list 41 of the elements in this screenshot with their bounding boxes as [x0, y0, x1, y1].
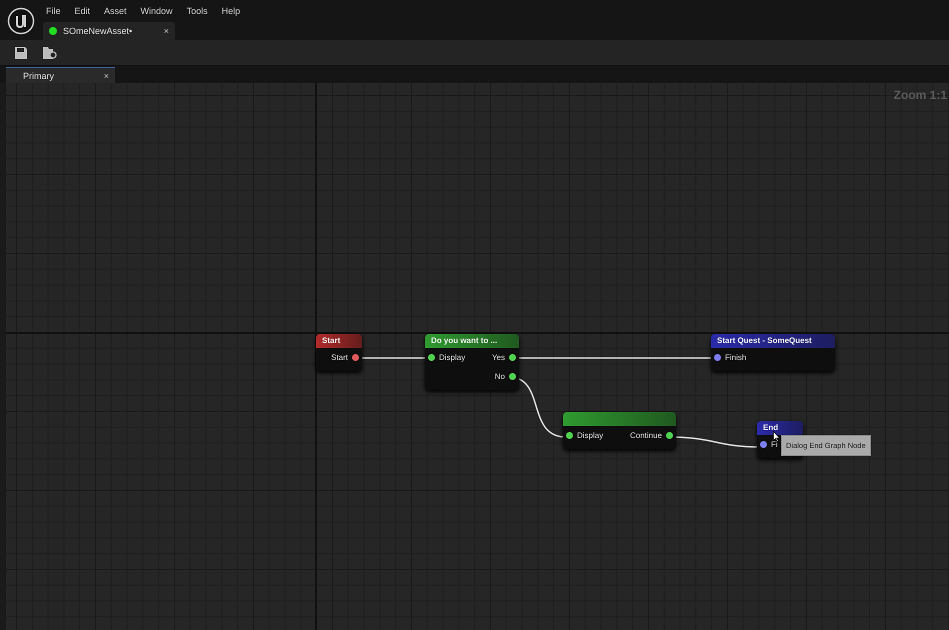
close-button[interactable]: ×	[164, 26, 169, 36]
pin-label: Start	[331, 353, 348, 362]
logo-icon	[7, 7, 35, 35]
pin-label: Display	[577, 431, 604, 440]
graph-tab[interactable]: Primary ×	[6, 67, 115, 83]
menu-item[interactable]: Asset	[104, 6, 127, 16]
pin-label: Continue	[630, 431, 662, 440]
node-header: Start	[316, 334, 362, 348]
input-pin-icon[interactable]	[714, 354, 721, 361]
pin-label: No	[494, 372, 505, 381]
menu-item[interactable]: File	[46, 6, 61, 16]
node-header: End	[757, 421, 803, 435]
menu-item[interactable]: Help	[222, 6, 240, 16]
graph-node[interactable]: Start Quest - SomeQuest Finish	[711, 334, 835, 371]
node-header: Do you want to ...	[425, 334, 519, 348]
tab-title: SOmeNewAsset•	[63, 26, 132, 36]
input-pin-icon[interactable]	[760, 441, 767, 448]
graph-node[interactable]: Start Start	[316, 334, 362, 371]
cursor-icon	[773, 431, 780, 442]
output-pin-icon[interactable]	[352, 354, 359, 361]
folder-search-icon[interactable]	[42, 46, 58, 60]
output-pin-icon[interactable]	[509, 373, 516, 380]
document-tab[interactable]: SOmeNewAsset• ×	[43, 22, 175, 40]
tab-title: Primary	[23, 70, 54, 80]
pin-label: Display	[439, 353, 466, 362]
save-icon[interactable]	[14, 46, 28, 60]
output-pin-icon[interactable]	[509, 354, 516, 361]
graph-node[interactable]: Do you want to ... Display Yes No	[425, 334, 519, 390]
input-pin-icon[interactable]	[428, 354, 435, 361]
menu-item[interactable]: Window	[140, 6, 173, 16]
pin-label: Finish	[725, 353, 746, 362]
close-button[interactable]: ×	[104, 70, 109, 80]
menu-item[interactable]: Edit	[74, 6, 90, 16]
output-pin-icon[interactable]	[666, 432, 673, 439]
graph-node[interactable]: Display Continue	[563, 412, 676, 449]
pin-label: Yes	[492, 353, 505, 362]
pin-label: Fi	[771, 440, 778, 449]
input-pin-icon[interactable]	[566, 432, 573, 439]
node-header: Start Quest - SomeQuest	[711, 334, 835, 348]
menu-item[interactable]: Tools	[186, 6, 208, 16]
zoom-label: Zoom 1:1	[894, 88, 947, 102]
